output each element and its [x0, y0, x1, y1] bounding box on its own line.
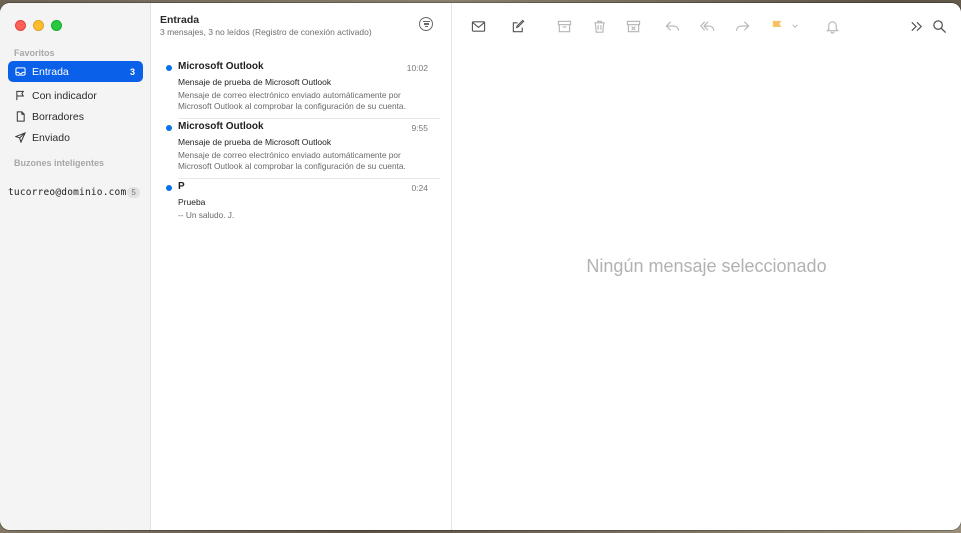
flag-icon: [15, 90, 26, 101]
window-controls: [15, 20, 62, 31]
list-header: Entrada 3 mensajes, 3 no leídos (Registr…: [160, 14, 372, 37]
message-sender: Microsoft Outlook: [178, 121, 264, 132]
account-count-badge: 5: [127, 186, 140, 198]
flag-icon: [772, 20, 781, 32]
message-sender: Microsoft Outlook: [178, 61, 264, 72]
zoom-window-button[interactable]: [51, 20, 62, 31]
chevron-down-icon: [792, 24, 798, 28]
message-time: 0:24: [411, 183, 428, 193]
message-row[interactable]: Microsoft Outlook 10:02 Mensaje de prueb…: [164, 59, 440, 119]
unread-count-badge: 3: [129, 66, 135, 77]
notifications-button[interactable]: [823, 17, 841, 35]
minimize-window-button[interactable]: [33, 20, 44, 31]
account-mailbox[interactable]: tucorreo@dominio.com 5: [8, 183, 140, 201]
message-preview: -- Un saludo. J.: [178, 210, 235, 220]
no-message-selected-text: Ningún mensaje seleccionado: [586, 256, 827, 276]
get-mail-button[interactable]: [469, 17, 487, 35]
junk-button[interactable]: [624, 17, 642, 35]
sidebar-item-flagged[interactable]: Con indicador: [8, 85, 143, 106]
inbox-icon: [15, 66, 26, 77]
message-preview: Mensaje de correo electrónico enviado au…: [178, 90, 406, 111]
account-label: tucorreo@dominio.com: [8, 186, 127, 198]
sidebar-item-label: Con indicador: [32, 89, 97, 102]
message-subject: Prueba: [178, 197, 206, 207]
envelope-icon: [471, 20, 485, 32]
reply-icon: [665, 20, 679, 31]
search-button[interactable]: [930, 17, 948, 35]
more-toolbar-button[interactable]: [907, 17, 925, 35]
message-subject: Mensaje de prueba de Microsoft Outlook: [178, 77, 332, 87]
sidebar-item-drafts[interactable]: Borradores: [8, 106, 143, 127]
message-row[interactable]: Microsoft Outlook 9:55 Mensaje de prueba…: [164, 119, 440, 179]
compose-icon: [512, 19, 524, 32]
unread-dot-icon: [166, 185, 172, 191]
filter-icon: [422, 20, 430, 22]
unread-dot-icon: [166, 65, 172, 71]
message-preview: Mensaje de correo electrónico enviado au…: [178, 150, 406, 171]
forward-button[interactable]: [733, 17, 751, 35]
sidebar: Favoritos Entrada 3 Con indicador Borrad…: [0, 3, 151, 530]
sidebar-item-label: Borradores: [32, 110, 84, 123]
archive-icon: [557, 20, 571, 32]
unread-dot-icon: [166, 125, 172, 131]
reply-all-button[interactable]: [698, 17, 716, 35]
reading-pane: Ningún mensaje seleccionado: [452, 3, 961, 530]
document-icon: [15, 111, 26, 122]
delete-button[interactable]: [590, 17, 608, 35]
message-row[interactable]: P 0:24 Prueba -- Un saludo. J.: [164, 179, 440, 224]
mailbox-title: Entrada: [160, 14, 200, 26]
message-time: 9:55: [411, 123, 428, 133]
flag-menu-button[interactable]: [790, 17, 800, 35]
trash-icon: [593, 20, 605, 33]
forward-icon: [735, 20, 749, 31]
message-list: Entrada 3 mensajes, 3 no leídos (Registr…: [151, 3, 452, 530]
filter-button[interactable]: [419, 17, 433, 31]
compose-button[interactable]: [509, 17, 527, 35]
sidebar-item-label: Enviado: [32, 131, 70, 144]
flag-button[interactable]: [768, 17, 786, 35]
message-time: 10:02: [406, 63, 428, 73]
reply-button[interactable]: [663, 17, 681, 35]
junk-icon: [626, 20, 640, 32]
reply-all-icon: [699, 20, 714, 31]
bell-icon: [825, 20, 839, 34]
close-window-button[interactable]: [15, 20, 26, 31]
paper-plane-icon: [15, 132, 26, 143]
search-icon: [932, 19, 946, 33]
favorites-section-label: Favoritos: [14, 48, 55, 58]
message-sender: P: [178, 181, 185, 192]
message-subject: Mensaje de prueba de Microsoft Outlook: [178, 137, 332, 147]
sidebar-item-label: Entrada: [32, 65, 69, 78]
mailbox-subtitle: 3 mensajes, 3 no leídos (Registro de con…: [160, 27, 372, 37]
toolbar: [452, 17, 961, 37]
sidebar-item-sent[interactable]: Enviado: [8, 127, 143, 148]
mail-window: Favoritos Entrada 3 Con indicador Borrad…: [0, 3, 961, 530]
chevron-double-right-icon: [910, 21, 922, 31]
smart-mailboxes-section-label: Buzones inteligentes: [14, 158, 105, 168]
sidebar-item-inbox[interactable]: Entrada 3: [8, 61, 143, 82]
archive-button[interactable]: [555, 17, 573, 35]
